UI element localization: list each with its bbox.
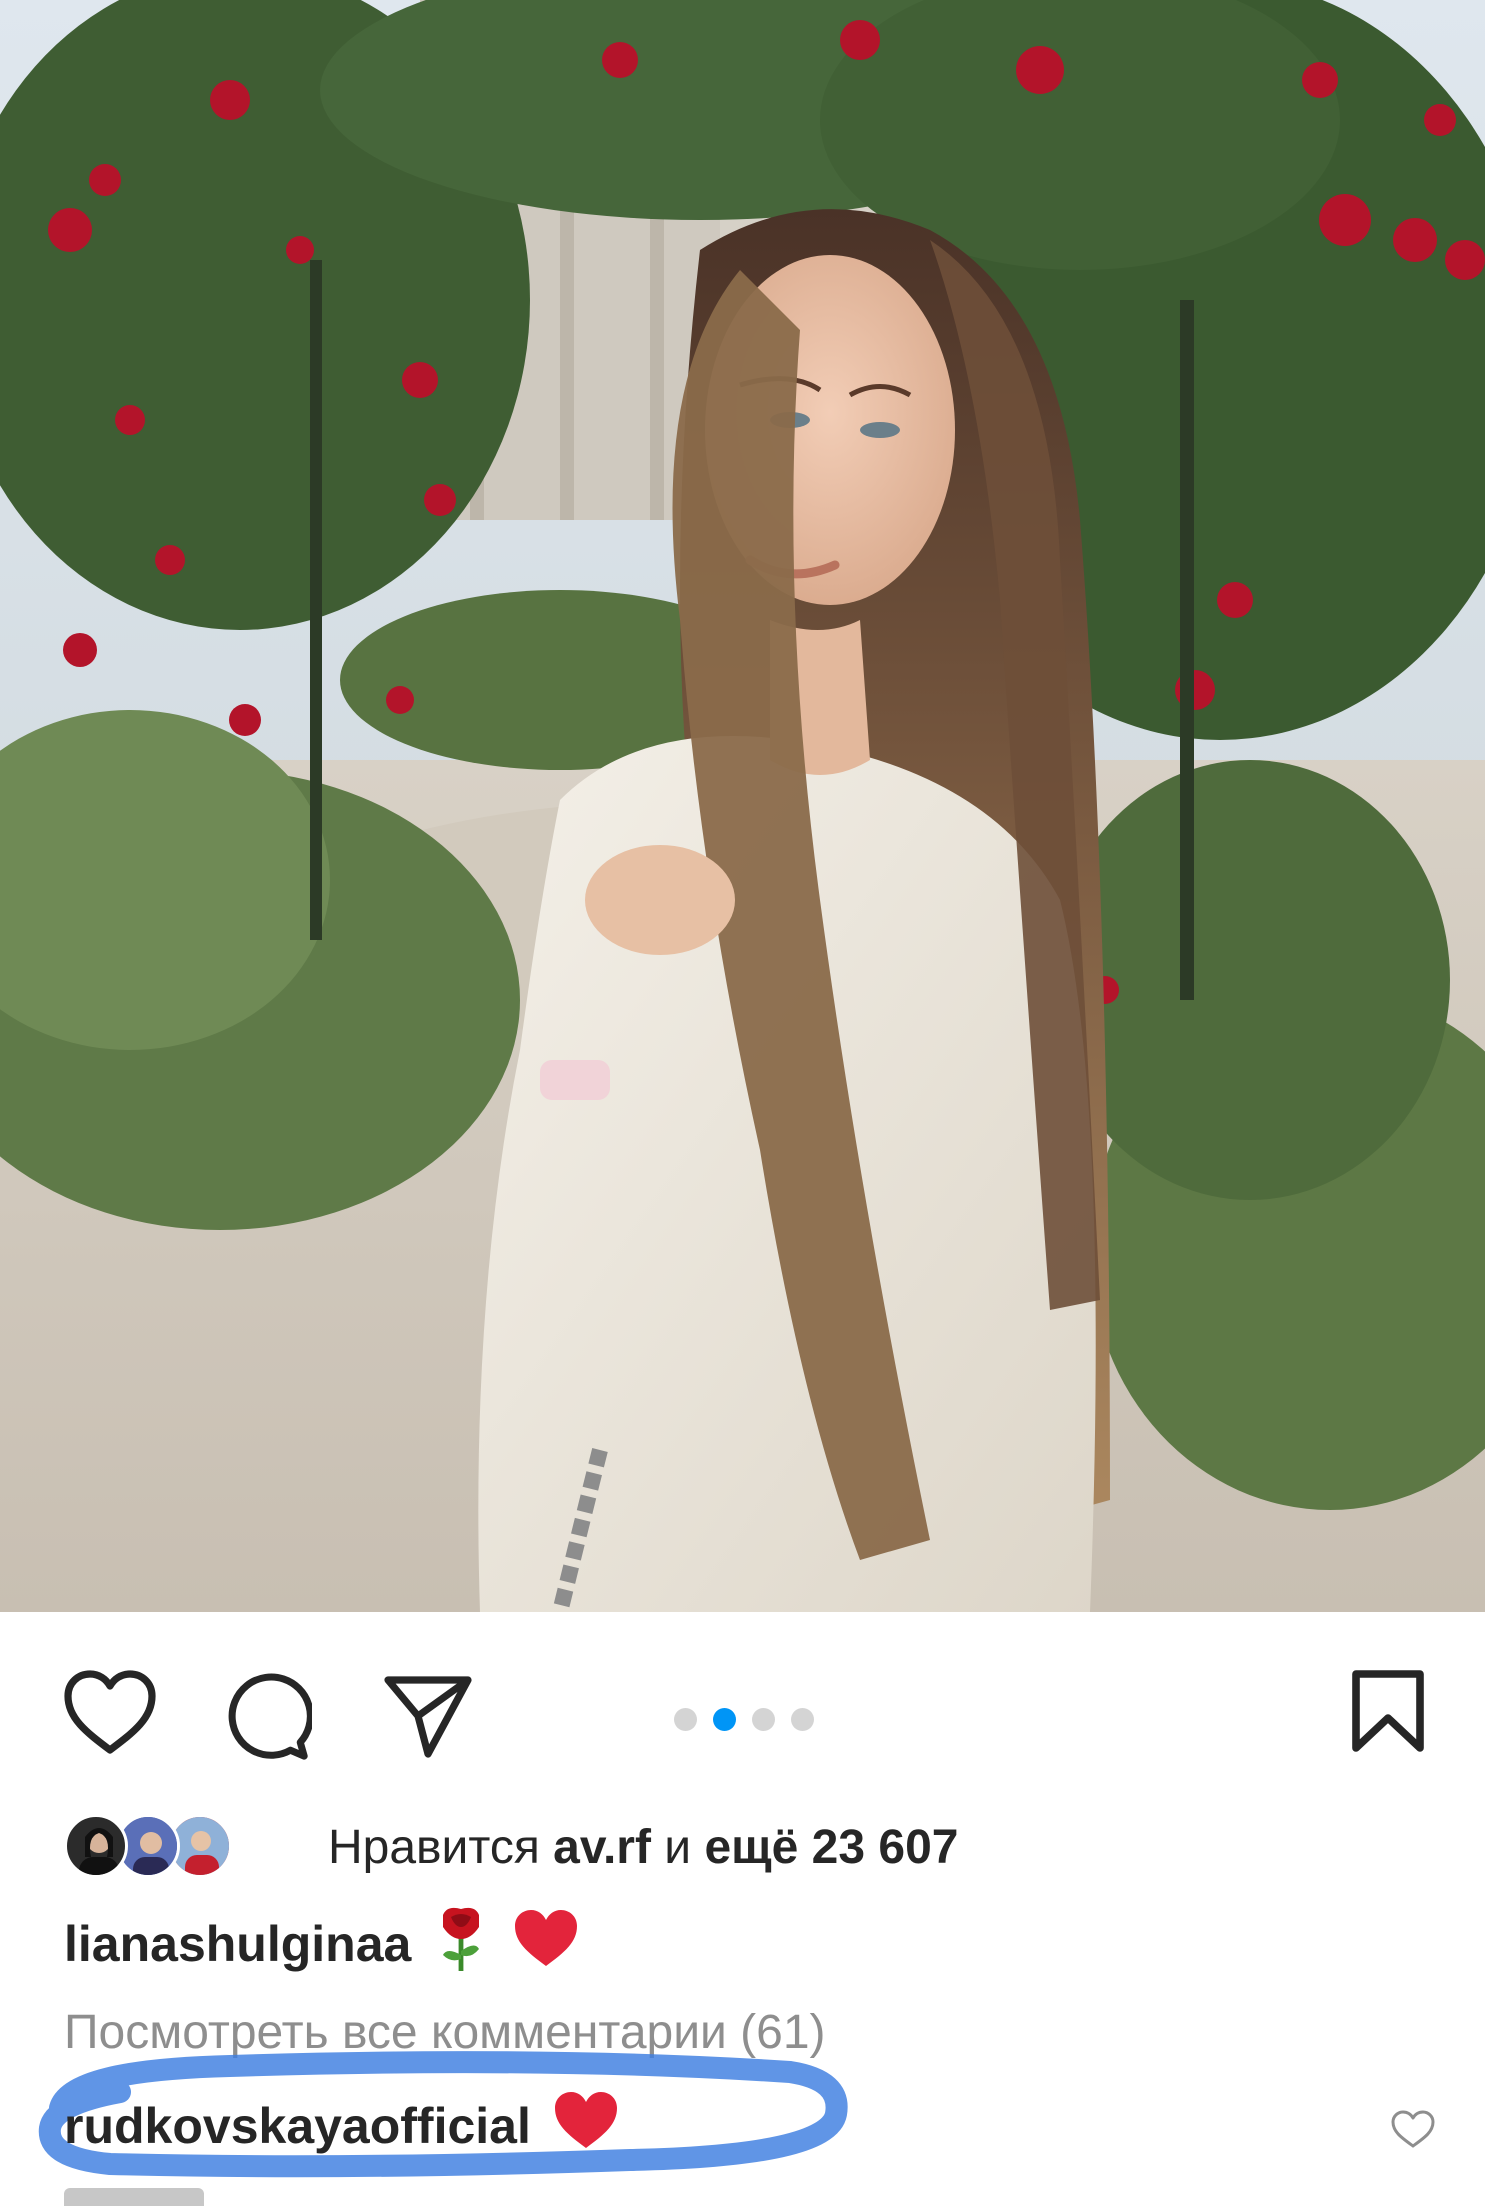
comment-bubble-icon[interactable] (222, 1670, 312, 1760)
red-heart-emoji (551, 2088, 621, 2164)
comment-like-heart-icon[interactable] (1390, 2108, 1436, 2155)
likes-count[interactable]: ещё 23 607 (704, 1821, 958, 1874)
carousel-indicator (674, 1708, 814, 1731)
heart-outline-icon[interactable] (62, 1668, 158, 1758)
bookmark-icon[interactable] (1350, 1668, 1426, 1754)
cropped-next-comment (64, 2188, 224, 2206)
liker-avatars (64, 1812, 244, 1882)
post-action-bar (0, 1612, 1485, 1802)
post-caption: lianashulginaa (64, 1906, 581, 1982)
caption-username[interactable]: lianashulginaa (64, 1915, 411, 1973)
avatar (64, 1814, 128, 1878)
comment-item: rudkovskayaofficial (64, 2088, 621, 2164)
comment-username[interactable]: rudkovskayaofficial (64, 2097, 531, 2155)
carousel-dot (674, 1708, 697, 1731)
likes-prefix: Нравится (328, 1820, 554, 1874)
rose-emoji (431, 1903, 491, 1985)
likes-row[interactable]: Нравится av.rf и ещё 23 607 (64, 1812, 959, 1882)
carousel-dot-active (713, 1708, 736, 1731)
post-photo[interactable] (0, 0, 1485, 1612)
likes-middle: и (650, 1820, 705, 1874)
liker-username[interactable]: av.rf (553, 1821, 651, 1874)
likes-text[interactable]: Нравится av.rf и ещё 23 607 (328, 1820, 959, 1875)
carousel-dot (791, 1708, 814, 1731)
red-heart-emoji (511, 1906, 581, 1982)
carousel-dot (752, 1708, 775, 1731)
paper-plane-icon[interactable] (380, 1668, 476, 1760)
